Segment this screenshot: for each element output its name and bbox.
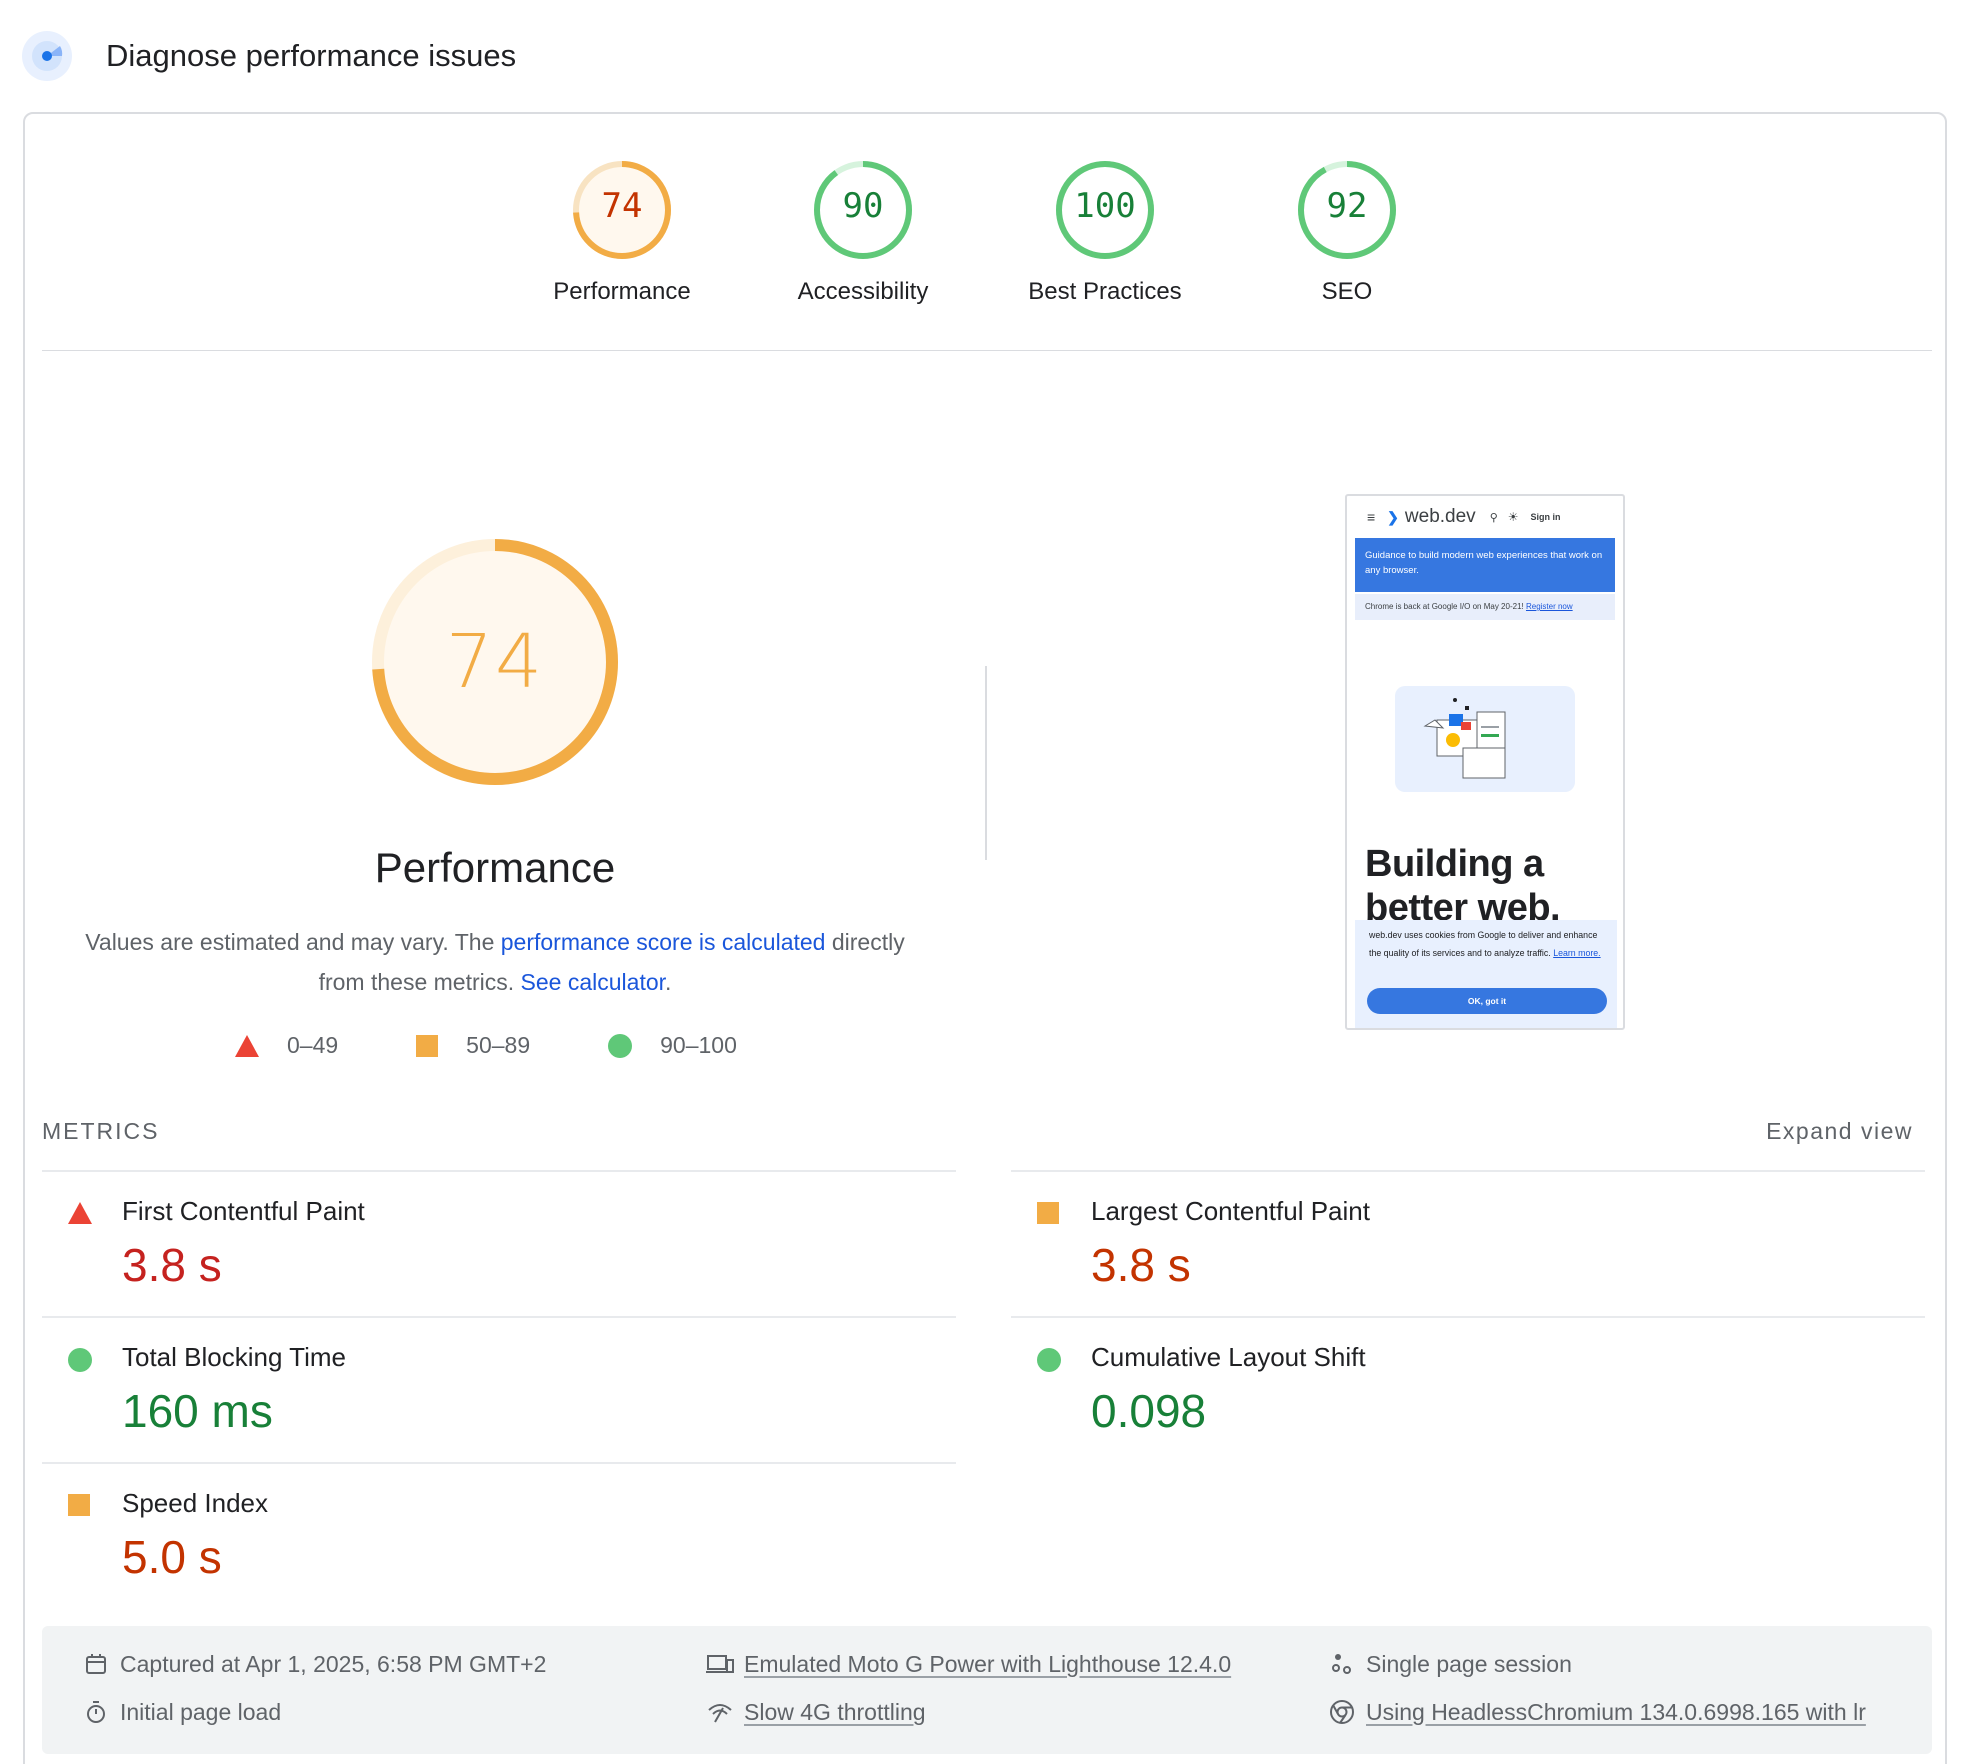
average-square-icon	[1037, 1202, 1059, 1224]
metric-cls: Cumulative Layout Shift 0.098	[1011, 1316, 1925, 1462]
throttling-text: Slow 4G throttling	[744, 1698, 926, 1725]
thumb-notice-link: Register now	[1525, 602, 1573, 611]
metric-si: Speed Index 5.0 s	[42, 1462, 956, 1608]
fail-triangle-icon	[68, 1202, 92, 1224]
chrome-icon	[1328, 1698, 1356, 1726]
thumb-banner: Guidance to build modern web experiences…	[1355, 538, 1615, 592]
thumb-signin: Sign in	[1530, 512, 1561, 522]
legend-label: 0–49	[287, 1032, 339, 1058]
illustration-icon	[1395, 686, 1575, 792]
captured-at: Captured at Apr 1, 2025, 6:58 PM GMT+2	[82, 1650, 546, 1678]
gauge-label: SEO	[1321, 278, 1373, 305]
gauge-score: 100	[1074, 186, 1136, 226]
thumb-cookie-banner: web.dev uses cookies from Google to deli…	[1355, 920, 1617, 1028]
performance-title: Performance	[374, 844, 616, 891]
pass-circle-icon	[68, 1348, 92, 1372]
divider	[42, 350, 1932, 351]
metric-title: First Contentful Paint	[122, 1196, 365, 1226]
category-gauges: 74 Performance 90 Accessibility 100 Best…	[25, 158, 1945, 328]
thumb-notice: Chrome is back at Google I/O on May 20-2…	[1355, 594, 1615, 620]
gauge-label: Performance	[553, 278, 691, 305]
performance-description: Values are estimated and may vary. The p…	[85, 922, 905, 1002]
browser-text: Using HeadlessChromium 134.0.6998.165 wi…	[1366, 1698, 1866, 1725]
browser-info[interactable]: Using HeadlessChromium 134.0.6998.165 wi…	[1328, 1698, 1866, 1726]
thumb-cookie-link: Learn more.	[1553, 948, 1601, 958]
runtime-settings: Captured at Apr 1, 2025, 6:58 PM GMT+2 I…	[42, 1626, 1932, 1754]
theme-icon: ☀	[1507, 510, 1519, 524]
gauge-label: Best Practices	[1028, 278, 1182, 305]
metric-value: 3.8 s	[122, 1239, 222, 1291]
performance-score-link[interactable]: performance score is calculated	[501, 929, 826, 955]
hamburger-icon: ≡	[1367, 509, 1376, 525]
performance-big-gauge: 74	[365, 532, 625, 792]
gauge-score: 74	[601, 186, 643, 226]
thumb-ok-button: OK, got it	[1367, 988, 1607, 1014]
legend-pass: 90–100	[608, 1032, 737, 1059]
metric-value: 160 ms	[122, 1385, 273, 1437]
gauge-best-practices[interactable]: 100 Best Practices	[1005, 158, 1205, 306]
final-screenshot[interactable]: ≡ ❯ web.dev ⚲ ☀ Sign in Guidance to buil…	[1345, 494, 1625, 1030]
search-icon: ⚲	[1489, 511, 1498, 524]
gauge-score: 90	[842, 186, 884, 226]
session-type: Single page session	[1328, 1650, 1572, 1678]
metric-title: Total Blocking Time	[122, 1342, 346, 1372]
legend-fail: 0–49	[235, 1032, 338, 1059]
metric-value: 5.0 s	[122, 1531, 222, 1583]
emulated-device[interactable]: Emulated Moto G Power with Lighthouse 12…	[706, 1650, 1231, 1678]
session-text: Single page session	[1366, 1650, 1572, 1677]
see-calculator-link[interactable]: See calculator	[521, 969, 665, 995]
session-icon	[1328, 1650, 1356, 1678]
thumb-heading: Building a better web.	[1365, 843, 1561, 929]
metric-fcp: First Contentful Paint 3.8 s	[42, 1170, 956, 1316]
page-header: Diagnose performance issues	[22, 28, 516, 84]
metric-lcp: Largest Contentful Paint 3.8 s	[1011, 1170, 1925, 1316]
gauge-performance[interactable]: 74 Performance	[522, 158, 722, 306]
page-title: Diagnose performance issues	[106, 38, 517, 73]
legend-label: 50–89	[466, 1032, 531, 1058]
pass-circle-icon	[1037, 1348, 1061, 1372]
calendar-icon	[82, 1650, 110, 1678]
desc-text: .	[665, 969, 672, 995]
thumb-nav: ≡ ❯ web.dev ⚲ ☀ Sign in	[1347, 496, 1623, 538]
vertical-divider	[985, 666, 987, 860]
gauge-seo[interactable]: 92 SEO	[1247, 158, 1447, 306]
gauge-accessibility[interactable]: 90 Accessibility	[763, 158, 963, 306]
metrics-label: METRICS	[42, 1118, 160, 1144]
network-throttling[interactable]: Slow 4G throttling	[706, 1698, 926, 1726]
pass-circle-icon	[608, 1033, 633, 1058]
lighthouse-icon	[22, 31, 72, 81]
desc-text: Values are estimated and may vary. The	[85, 929, 501, 955]
legend-label: 90–100	[660, 1032, 737, 1058]
metric-title: Speed Index	[122, 1488, 269, 1518]
initial-load: Initial page load	[82, 1698, 281, 1726]
report-card: 74 Performance 90 Accessibility 100 Best…	[23, 112, 1947, 1764]
webdev-logo-icon: ❯	[1387, 508, 1399, 525]
legend-average: 50–89	[416, 1032, 530, 1059]
metric-title: Cumulative Layout Shift	[1091, 1342, 1366, 1372]
thumb-brand: web.dev	[1404, 506, 1476, 527]
stopwatch-icon	[82, 1698, 110, 1726]
metric-tbt: Total Blocking Time 160 ms	[42, 1316, 956, 1462]
score-legend: 0–49 50–89 90–100	[235, 1032, 795, 1059]
metric-value: 3.8 s	[1091, 1239, 1191, 1291]
signal-icon	[706, 1698, 734, 1726]
gauge-score: 92	[1326, 186, 1368, 226]
expand-view-button[interactable]: Expand view	[1766, 1118, 1913, 1145]
gauge-label: Accessibility	[797, 278, 929, 305]
devices-icon	[706, 1650, 734, 1678]
metric-value: 0.098	[1091, 1385, 1207, 1437]
metric-title: Largest Contentful Paint	[1091, 1196, 1370, 1226]
device-text: Emulated Moto G Power with Lighthouse 12…	[744, 1650, 1232, 1677]
performance-score: 74	[445, 619, 545, 705]
average-square-icon	[68, 1494, 90, 1516]
fail-triangle-icon	[235, 1034, 259, 1057]
load-text: Initial page load	[120, 1698, 282, 1725]
captured-text: Captured at Apr 1, 2025, 6:58 PM GMT+2	[120, 1650, 547, 1677]
average-square-icon	[416, 1034, 439, 1057]
thumb-notice-text: Chrome is back at Google I/O on May 20-2…	[1365, 602, 1526, 611]
